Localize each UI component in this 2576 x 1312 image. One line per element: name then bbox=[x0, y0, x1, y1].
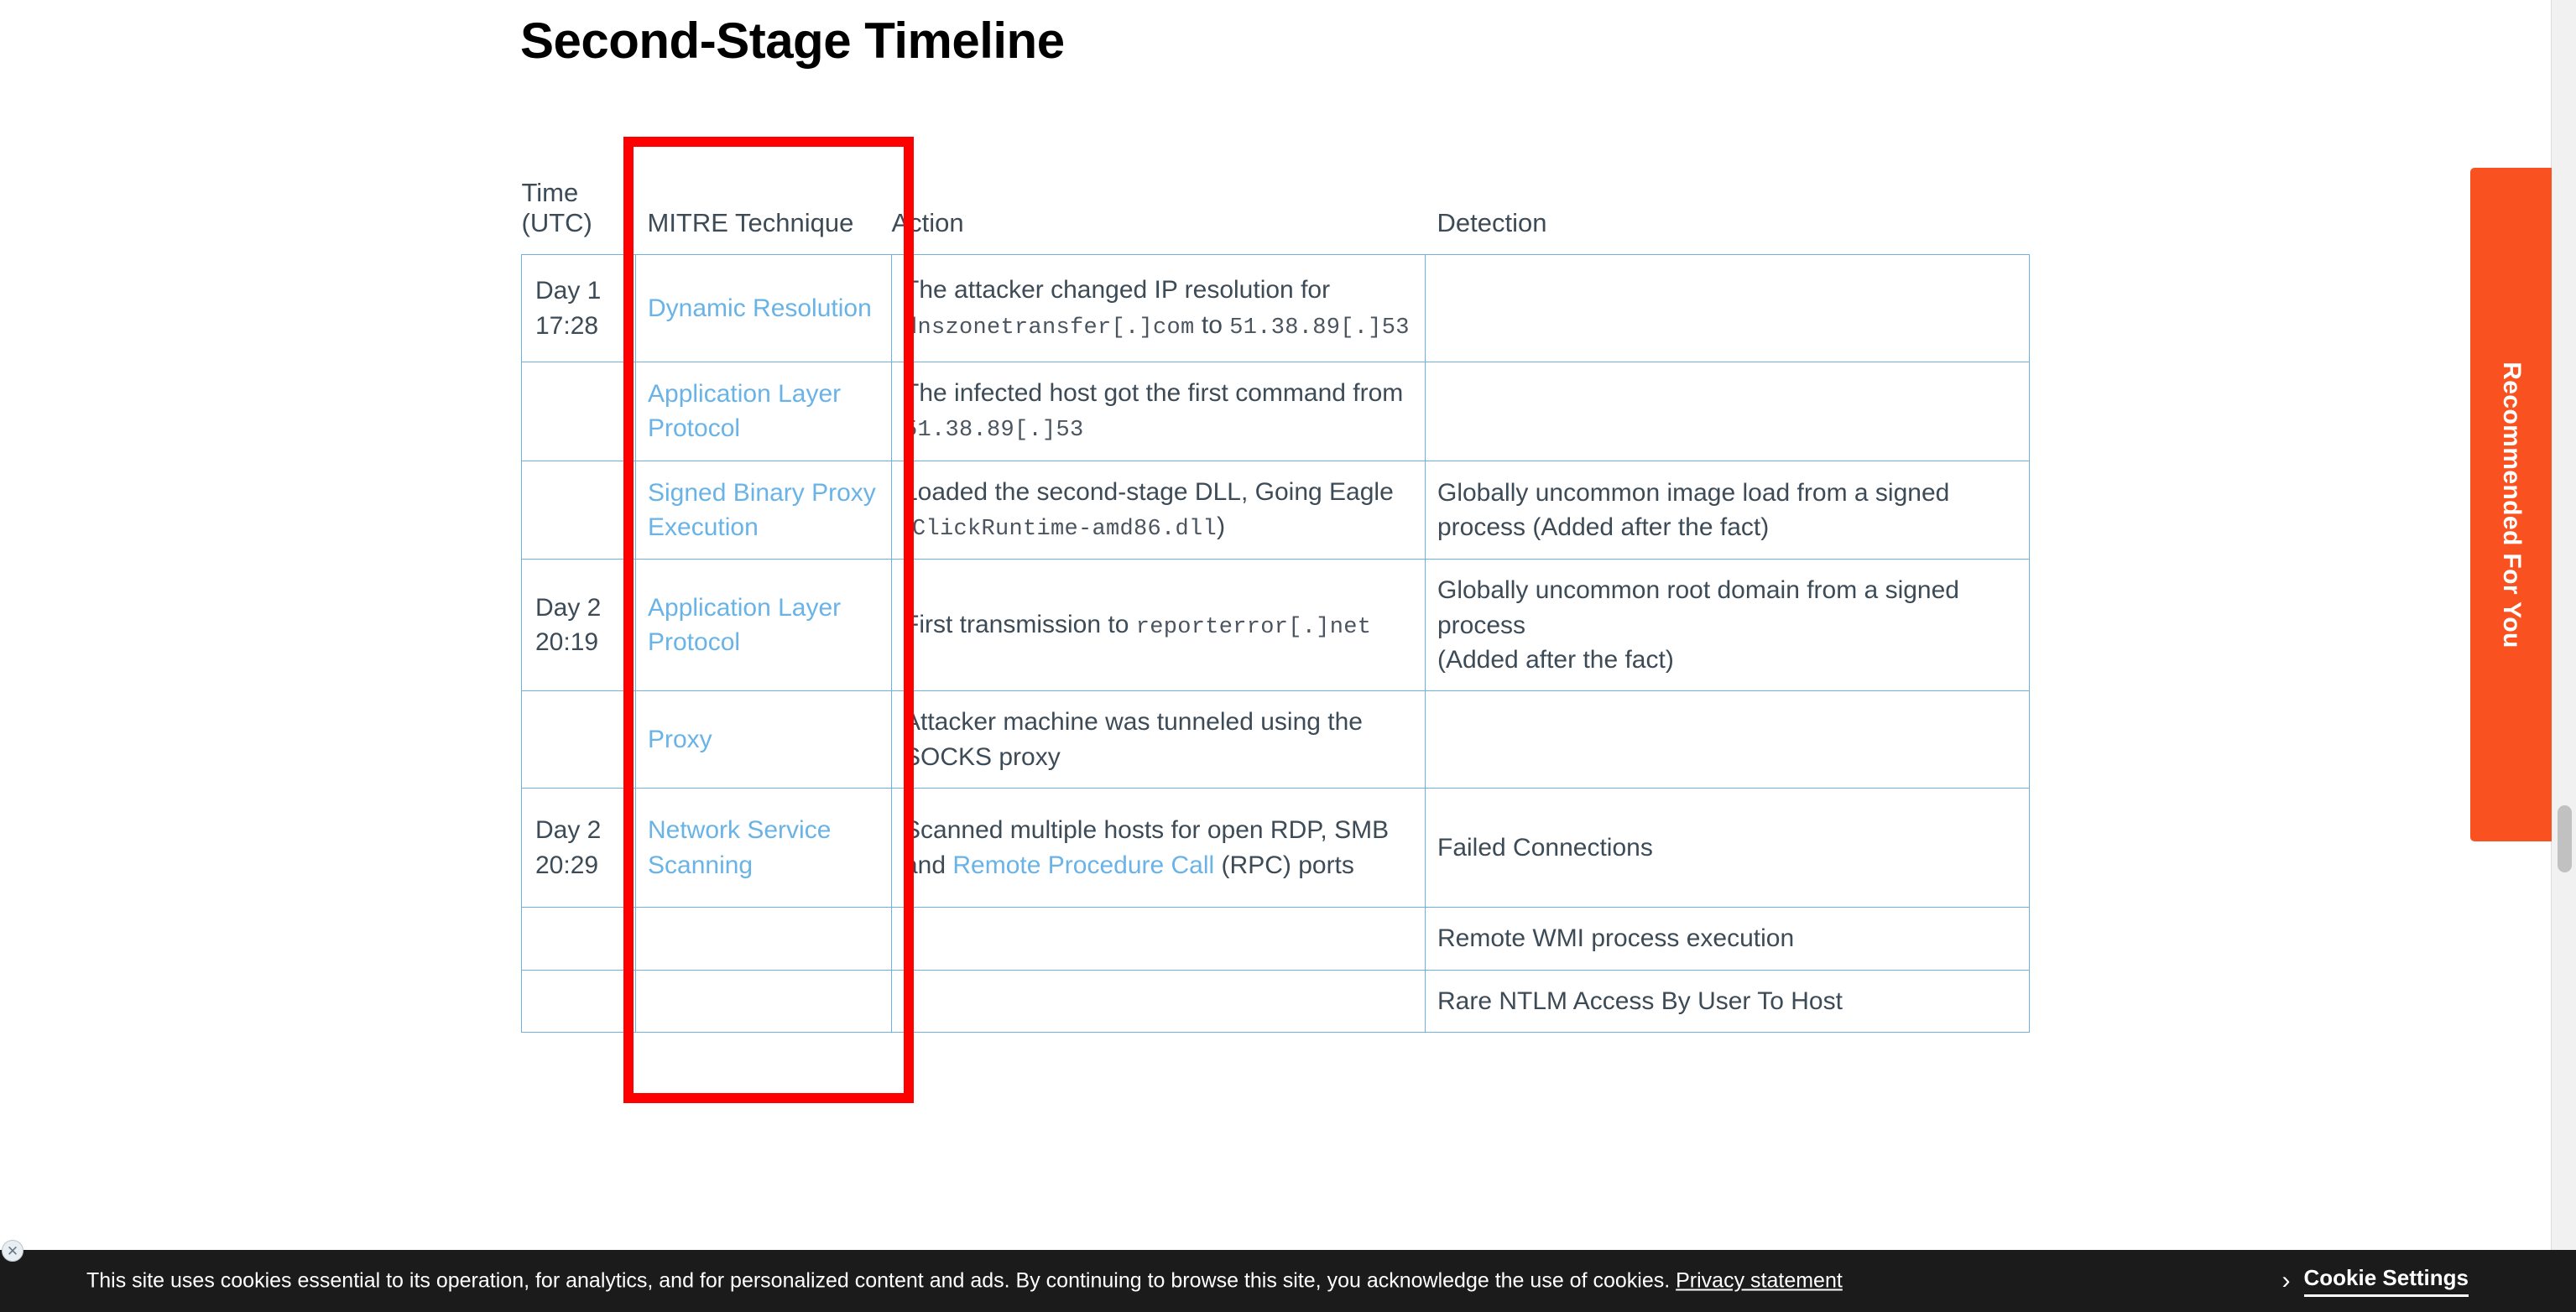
scrollbar-thumb[interactable] bbox=[2558, 805, 2572, 872]
cell-technique: Proxy bbox=[635, 690, 892, 789]
cookie-settings-button[interactable]: › Cookie Settings bbox=[2282, 1265, 2469, 1297]
code-ip: 51.38.89[.]53 bbox=[1229, 315, 1410, 341]
page-title: Second-Stage Timeline bbox=[520, 13, 1065, 69]
cell-detection bbox=[1425, 690, 2030, 789]
cell-action: Scanned multiple hosts for open RDP, SMB… bbox=[891, 788, 1426, 909]
cell-detection bbox=[1425, 362, 2030, 461]
table-header: Time (UTC) MITRE Technique Action Detect… bbox=[522, 130, 2030, 255]
table-row: Remote WMI process execution bbox=[521, 907, 2030, 971]
technique-link[interactable]: Signed Binary Proxy Execution bbox=[648, 479, 876, 541]
code-dll: ClickRuntime-amd86.dll bbox=[912, 517, 1218, 543]
cell-detection: Globally uncommon root domain from a sig… bbox=[1425, 559, 2030, 692]
cell-time bbox=[521, 362, 636, 461]
page-scrollbar[interactable] bbox=[2551, 0, 2576, 1312]
cell-action: First transmission to reporterror[.]net bbox=[891, 559, 1426, 692]
cell-technique: Dynamic Resolution bbox=[635, 254, 892, 362]
cookie-banner-message: This site uses cookies essential to its … bbox=[86, 1268, 1671, 1293]
technique-link[interactable]: Application Layer Protocol bbox=[648, 380, 841, 442]
cell-detection: Rare NTLM Access By User To Host bbox=[1425, 969, 2030, 1033]
table-body: Day 1 17:28 Dynamic Resolution The attac… bbox=[521, 254, 2030, 1033]
rpc-link[interactable]: Remote Procedure Call bbox=[952, 851, 1214, 879]
cookie-banner-text: This site uses cookies essential to its … bbox=[86, 1269, 1843, 1294]
table-row: Day 1 17:28 Dynamic Resolution The attac… bbox=[521, 254, 2030, 362]
column-header-detection: Detection bbox=[1437, 208, 1547, 238]
cell-time bbox=[521, 907, 636, 971]
column-header-mitre-technique: MITRE Technique bbox=[647, 208, 854, 238]
technique-link[interactable]: Proxy bbox=[648, 726, 712, 753]
cell-time: Day 2 20:29 bbox=[521, 788, 636, 909]
table-row: Proxy Attacker machine was tunneled usin… bbox=[521, 690, 2030, 789]
cell-detection: Failed Connections bbox=[1425, 788, 2030, 909]
cell-technique: Application Layer Protocol bbox=[635, 362, 892, 461]
cell-time bbox=[521, 460, 636, 560]
column-header-time-line2: (UTC) bbox=[521, 208, 592, 238]
column-header-time-line1: Time bbox=[521, 177, 579, 207]
cell-action: The attacker changed IP resolution for d… bbox=[891, 254, 1426, 362]
column-header-action: Action bbox=[891, 208, 964, 238]
cell-action bbox=[891, 969, 1426, 1033]
cell-action: Attacker machine was tunneled using the … bbox=[891, 690, 1426, 789]
table-row: Application Layer Protocol The infected … bbox=[521, 362, 2030, 461]
cell-time bbox=[521, 690, 636, 789]
privacy-statement-link[interactable]: Privacy statement bbox=[1676, 1269, 1843, 1293]
cookie-settings-label: Cookie Settings bbox=[2303, 1265, 2469, 1297]
cell-time: Day 1 17:28 bbox=[521, 254, 636, 362]
table-row: Day 2 20:19 Application Layer Protocol F… bbox=[521, 559, 2030, 692]
table-row: Rare NTLM Access By User To Host bbox=[521, 969, 2030, 1033]
cell-detection bbox=[1425, 254, 2030, 362]
cell-action bbox=[891, 907, 1426, 971]
cell-time bbox=[521, 969, 636, 1033]
chevron-right-icon: › bbox=[2281, 1267, 2291, 1294]
recommended-for-you-tab[interactable]: Recommended For You bbox=[2470, 168, 2552, 841]
cell-technique bbox=[635, 907, 892, 971]
cell-action: The infected host got the first command … bbox=[891, 362, 1426, 461]
table-row: Day 2 20:29 Network Service Scanning Sca… bbox=[521, 788, 2030, 909]
cell-technique bbox=[635, 969, 892, 1033]
cell-detection: Globally uncommon image load from a sign… bbox=[1425, 460, 2030, 560]
code-domain: dnszonetransfer[.]com bbox=[904, 315, 1195, 341]
column-header-time: Time (UTC) bbox=[522, 130, 636, 255]
cookie-consent-banner: This site uses cookies essential to its … bbox=[0, 1250, 2576, 1312]
cell-technique: Signed Binary Proxy Execution bbox=[635, 460, 892, 560]
cell-action: Loaded the second-stage DLL, Going Eagle… bbox=[891, 460, 1426, 560]
technique-link[interactable]: Dynamic Resolution bbox=[648, 294, 872, 322]
close-icon[interactable]: ✕ bbox=[2, 1240, 23, 1262]
recommended-for-you-label: Recommended For You bbox=[2497, 361, 2526, 648]
code-ip: 51.38.89[.]53 bbox=[904, 418, 1084, 444]
cell-detection: Remote WMI process execution bbox=[1425, 907, 2030, 971]
cell-technique: Application Layer Protocol bbox=[635, 559, 892, 692]
table-row: Signed Binary Proxy Execution Loaded the… bbox=[521, 460, 2030, 560]
cell-technique: Network Service Scanning bbox=[635, 788, 892, 909]
second-stage-timeline-table: Time (UTC) MITRE Technique Action Detect… bbox=[521, 130, 2030, 1033]
technique-link[interactable]: Application Layer Protocol bbox=[648, 594, 841, 656]
technique-link[interactable]: Network Service Scanning bbox=[648, 816, 831, 878]
cell-time-day2: Day 2 20:19 bbox=[521, 559, 636, 692]
code-domain: reporterror[.]net bbox=[1135, 614, 1372, 640]
table-header-row: Time (UTC) MITRE Technique Action Detect… bbox=[522, 130, 2030, 255]
